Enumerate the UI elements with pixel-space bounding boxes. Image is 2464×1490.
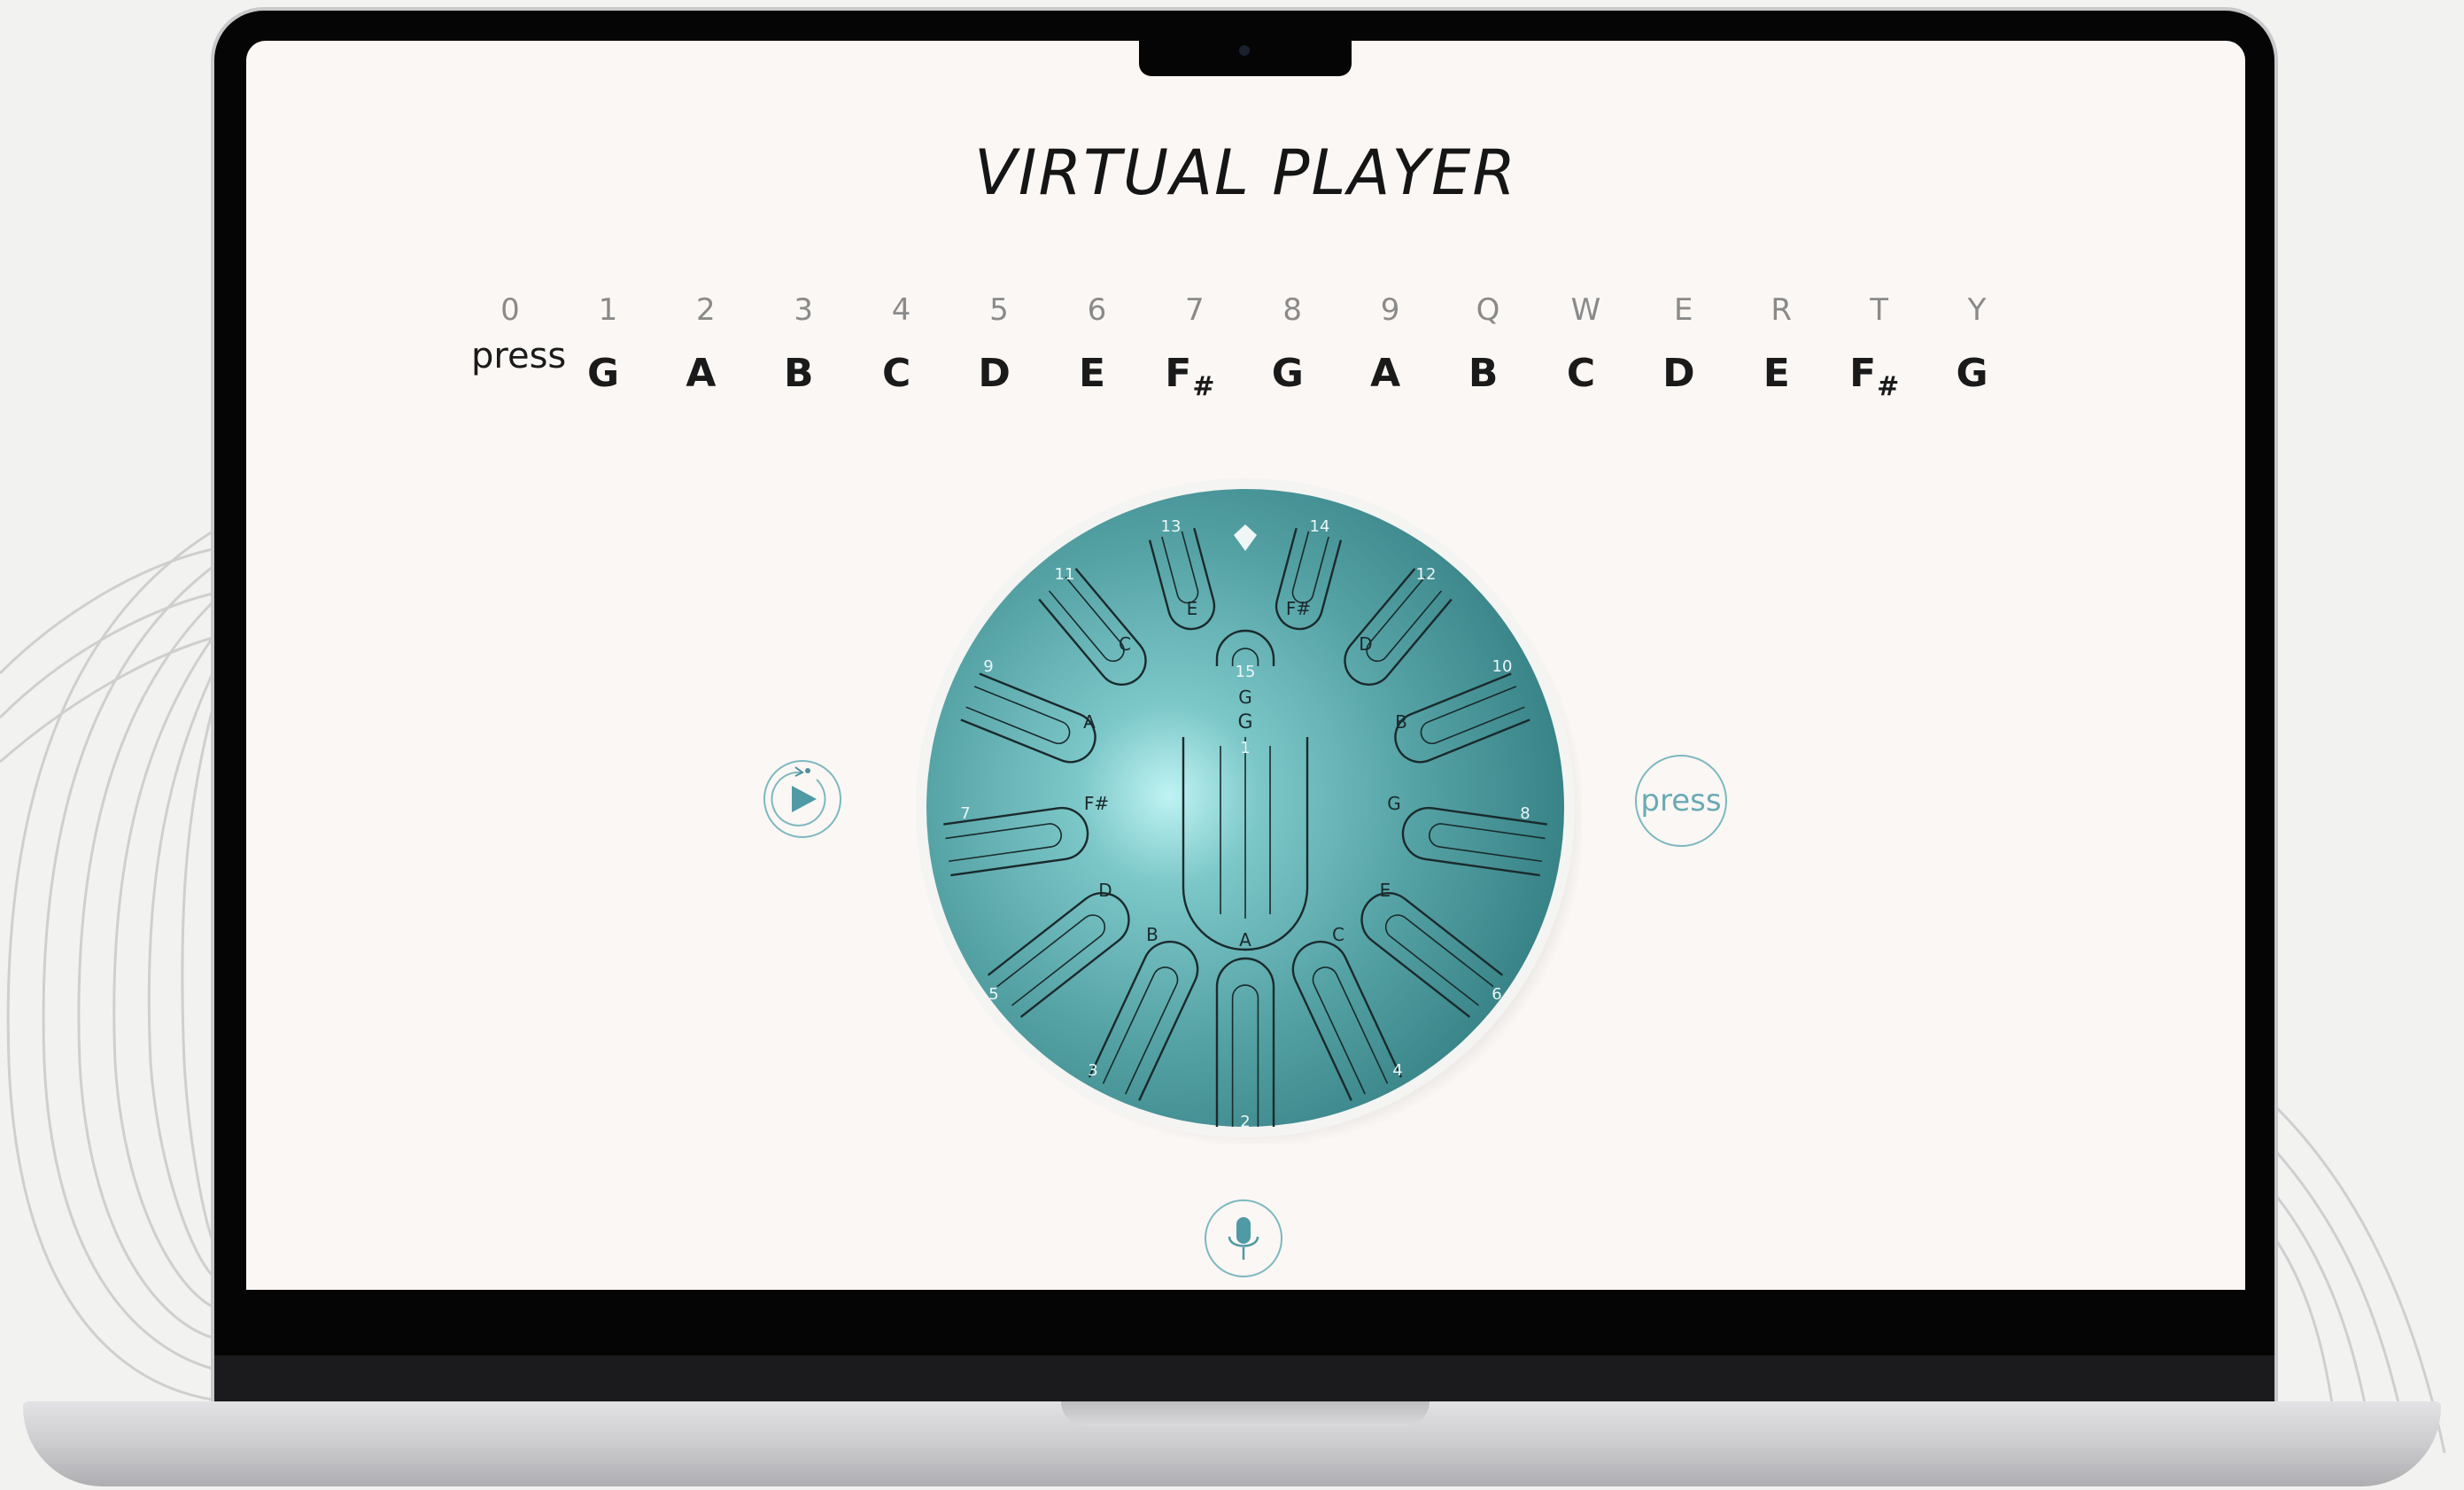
note-letter: E [1078,351,1106,396]
key-hint: E [1674,292,1693,328]
note-letter: A [686,351,717,396]
note-key[interactable]: E [1737,351,1817,396]
key-hint: 7 [1184,292,1205,328]
tongue-number-label: 13 [1161,517,1182,536]
tongue-number-label: 8 [1520,804,1530,823]
screen: VIRTUAL PLAYER 0123456789QWERTY press GA… [246,41,2245,1290]
tongue-number-label: 15 [1236,663,1256,681]
tongue-number-label: 6 [1492,985,1501,1004]
tongue-number-label: 11 [1055,565,1075,584]
note-key[interactable]: G [1933,351,2012,396]
press-button[interactable]: press [1635,755,1727,847]
note-key[interactable]: G [563,351,643,396]
note-key[interactable]: B [1444,351,1523,396]
key-hint: Y [1967,292,1987,328]
tongue-note-label: E [1187,598,1198,619]
key-hint: W [1570,292,1601,328]
key-hint: T [1870,292,1888,328]
note-key[interactable]: D [955,351,1034,396]
microphone-icon [1228,1217,1259,1260]
tongue-number-label: 1 [1240,739,1250,757]
key-hint: 1 [598,292,618,328]
press-button-label: press [1640,783,1722,819]
tongue-note-label: B [1395,711,1407,733]
microphone-button[interactable] [1205,1199,1282,1277]
tongue-note-label: D [1359,633,1372,655]
press-label: press [471,336,567,376]
tongue-number-label: 3 [1088,1061,1097,1080]
tongue-note-label: B [1146,924,1158,945]
tongue-number-label: 5 [988,985,998,1004]
tongue-note-label: G [1387,793,1401,814]
key-hint: 9 [1380,292,1400,328]
note-key[interactable]: B [759,351,839,396]
laptop-base-lip [1061,1401,1430,1426]
note-letter: F [1849,351,1877,396]
tongue-note-label: D [1098,880,1112,901]
note-letter: B [784,351,814,396]
tongue-note-label: A [1239,929,1251,951]
note-key[interactable]: F# [1834,351,1914,402]
tongue-number-label: 12 [1416,565,1437,584]
key-hint: 3 [794,292,813,328]
note-letter: G [586,351,620,396]
key-hint: 6 [1087,292,1107,328]
page-title: VIRTUAL PLAYER [973,136,1518,209]
tongue-number-label: 2 [1240,1113,1250,1131]
note-letter: A [1370,351,1401,396]
tongue-note-label: C [1119,633,1131,655]
tongue-note-label: C [1332,924,1344,945]
play-button[interactable] [763,760,841,838]
note-letter: B [1468,351,1499,396]
key-hint: 4 [891,292,911,328]
drum-graphic: GAB CD EF# GA BC DE F#G 123 45 67 89 1011 1213 1415 [916,478,1585,1148]
note-letter: C [882,351,911,396]
note-key[interactable]: C [856,351,936,396]
tongue-note-label: F# [1286,598,1311,619]
camera-icon [1239,45,1250,56]
key-hint: 2 [695,292,716,328]
note-letter: G [1956,351,1988,396]
note-key[interactable]: E [1052,351,1132,396]
laptop-bezel-bottom [214,1355,2274,1401]
note-key[interactable]: F# [1150,351,1229,402]
tongue-note-label: A [1083,711,1096,733]
note-key[interactable]: A [1345,351,1425,396]
note-key[interactable]: G [1248,351,1328,396]
play-icon [771,766,826,826]
tongue-number-label: 9 [983,657,993,676]
tongue-note-label: G [1237,711,1252,733]
sharp-sign: # [1877,371,1900,402]
tongue-number-label: 10 [1492,657,1513,676]
note-key[interactable]: D [1639,351,1718,396]
key-hint: 5 [989,292,1009,328]
key-hint: 8 [1282,292,1302,328]
tongue-note-label: E [1380,880,1391,901]
key-hint: Q [1476,292,1500,328]
steel-tongue-drum[interactable]: G A B C D E F# G A B C D E F# G 1 2 3 4 5 6 7 8 9 10 11 12 13 14 15 [909,471,1585,1148]
tongue-note-label: G [1238,687,1252,708]
note-key[interactable]: C [1541,351,1621,396]
note-letter: C [1566,351,1596,396]
note-letter: D [978,351,1011,396]
tongue-number-label: 7 [960,804,970,823]
tongue-number-label: 4 [1392,1061,1402,1080]
note-letter: F [1165,351,1192,396]
note-key[interactable]: A [661,351,740,396]
page: VIRTUAL PLAYER 0123456789QWERTY press GA… [0,0,2464,1490]
key-hint: R [1771,292,1792,328]
note-letter: D [1662,351,1695,396]
sharp-sign: # [1192,371,1215,402]
note-letter: G [1271,351,1304,396]
tongue-note-label: F# [1084,793,1109,814]
note-letter: E [1763,351,1790,396]
key-hint: 0 [500,292,520,328]
tongue-number-label: 14 [1310,517,1330,536]
